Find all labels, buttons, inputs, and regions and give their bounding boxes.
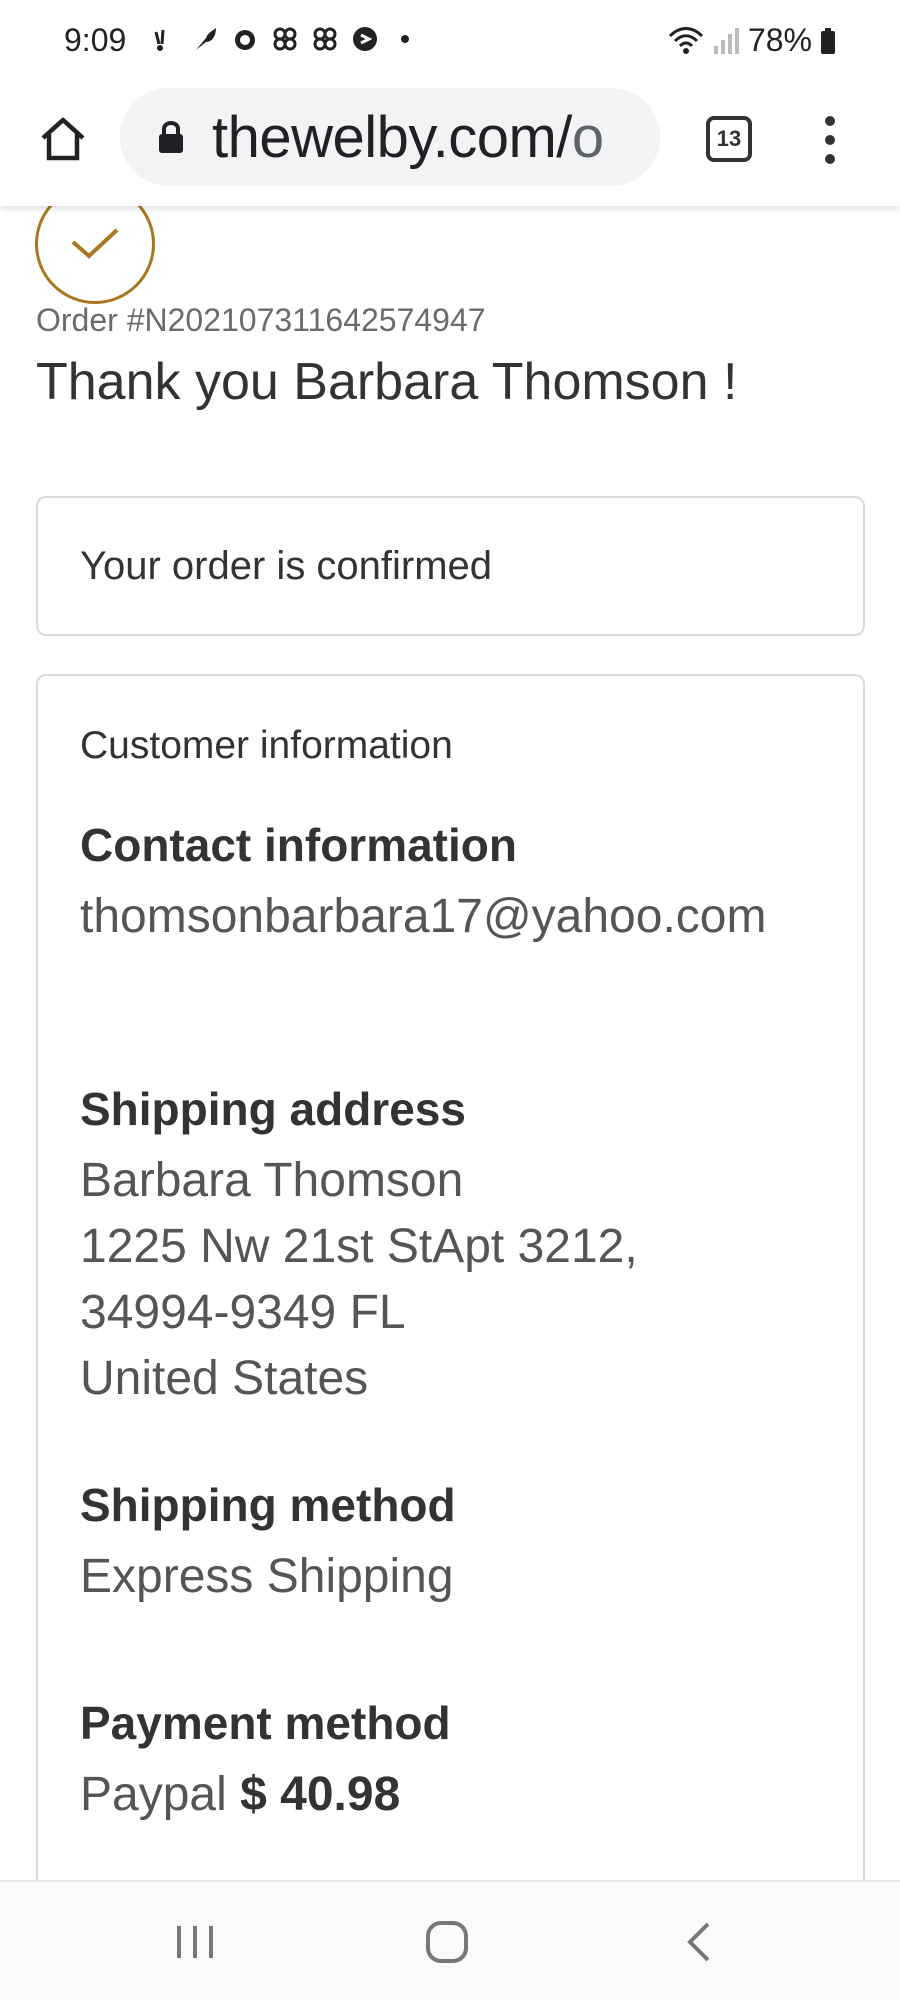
shipping-method-value: Express Shipping [80,1550,454,1603]
order-confirmed-text: Your order is confirmed [80,544,493,588]
contact-email: thomsonbarbara17@yahoo.com [80,890,767,943]
recent-apps-icon [177,1926,213,1958]
url-text: thewelby.com/o [212,104,604,171]
system-navigation-bar [0,1880,900,2000]
address-bar[interactable]: thewelby.com/o [120,88,660,186]
page-content: Order #N2021073116425​74947 Thank you Ba… [0,206,900,1880]
alarm-icon [235,30,255,50]
signal-icon [713,27,739,54]
checkmark-icon [71,228,119,259]
home-button[interactable] [34,110,92,168]
home-icon [41,117,85,161]
lock-icon [159,121,183,153]
menu-dot-icon [825,154,835,164]
address-country: United States [80,1352,369,1405]
home-nav-button[interactable] [412,1912,482,1972]
shipping-method-heading: Shipping method [80,1479,456,1531]
home-nav-icon [426,1921,468,1963]
status-right: 78% [668,22,836,59]
contact-heading: Contact information [80,819,517,871]
payment-provider: Paypal [80,1768,227,1821]
back-button[interactable] [664,1912,734,1972]
order-confirmed-card: Your order is confirmed [36,496,865,636]
tab-count: 13 [716,126,742,151]
battery-icon [821,27,835,54]
wifi-icon [668,26,704,54]
menu-dot-icon [825,135,835,145]
contact-block: Contact information thomsonbarbara17@yah… [80,818,820,950]
url-path: o [571,105,604,170]
status-bar: 9:09 78% [0,0,900,80]
payment-method-value: Paypal $ 40.98 [80,1762,820,1828]
menu-dot-icon [825,116,835,126]
leaf-icon [196,28,216,50]
shipping-address-heading: Shipping address [80,1083,466,1135]
customer-information-card: Customer information Contact information… [36,674,865,1880]
shipping-method-block: Shipping method Express Shipping [80,1478,820,1610]
order-success-badge [35,206,155,304]
payment-method-block: Payment method Paypal $ 40.98 [80,1696,820,1828]
payment-method-heading: Payment method [80,1697,451,1749]
dot-icon [401,35,409,43]
status-time: 9:09 [64,22,127,58]
recent-apps-button[interactable] [160,1912,230,1972]
customer-info-title: Customer information [80,724,453,767]
shipping-address-block: Shipping address Barbara Thomson 1225 Nw… [80,1082,820,1412]
status-icons [150,24,420,54]
back-icon [687,1922,710,1962]
address-name: Barbara Thomson [80,1154,464,1207]
app-icon [273,27,297,51]
more-menu-button[interactable] [810,110,850,170]
thank-you-heading: Thank you Barbara Thomson ! [36,353,738,411]
shazam-icon [353,27,377,51]
tab-switcher-button[interactable]: 13 [706,116,752,162]
battery-percent: 78% [747,22,812,58]
app-icon [313,27,337,51]
notification-icon [154,29,165,51]
browser-toolbar: thewelby.com/o 13 [0,80,900,206]
address-line1: 1225 Nw 21st StApt 3212, [80,1220,638,1273]
payment-amount: $ 40.98 [240,1768,401,1821]
shipping-address-text: Barbara Thomson 1225 Nw 21st StApt 3212,… [80,1148,820,1412]
url-domain: thewelby.com/ [212,105,572,170]
order-number: Order #N2021073116425​74947 [36,302,486,338]
address-line2: 34994-9349 FL [80,1286,406,1339]
